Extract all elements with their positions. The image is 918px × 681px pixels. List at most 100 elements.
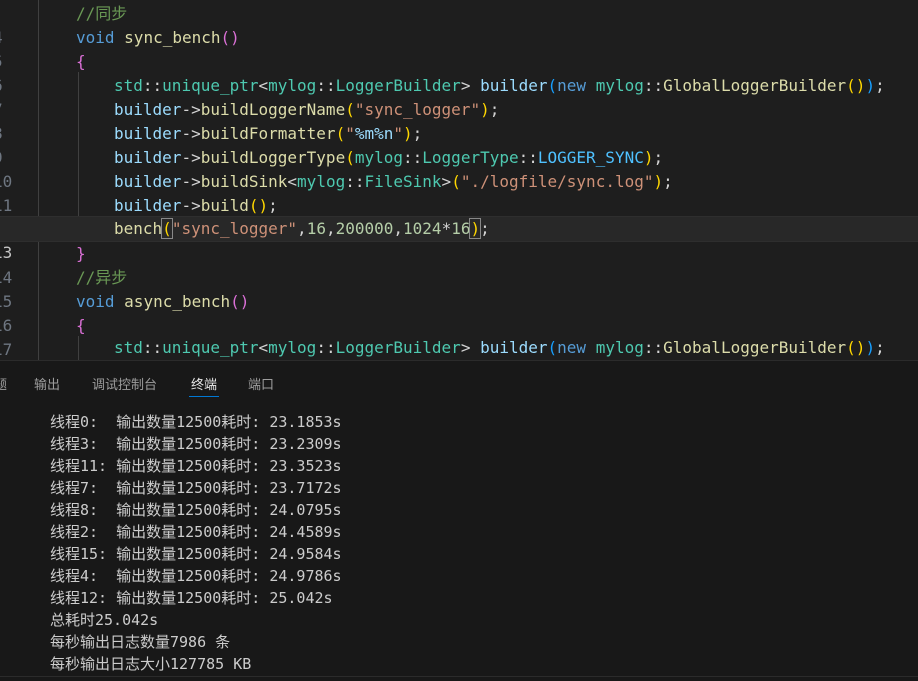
code-brace: }	[76, 244, 86, 263]
code-string: "	[345, 124, 355, 143]
code-line[interactable]: 9 builder->buildFormatter("%m%n");	[0, 122, 918, 167]
terminal-line: 线程3: 输出数量12500耗时: 23.2309s	[50, 435, 342, 453]
terminal-line: 线程11: 输出数量12500耗时: 23.3523s	[50, 457, 342, 475]
code-operator: ::	[345, 172, 365, 191]
code-operator: ::	[403, 148, 423, 167]
line-code: std::unique_ptr<mylog::LoggerBuilder> bu…	[114, 336, 885, 360]
code-bracket: )	[653, 172, 664, 191]
tab-terminal-label: 终端	[191, 378, 218, 393]
code-editor[interactable]: 4 //同步 5 void sync_bench() 6 { 7 std::un…	[0, 0, 918, 360]
code-keyword: void	[76, 28, 115, 47]
code-operator: ::	[142, 338, 163, 357]
line-code: builder->buildLoggerType(mylog::LoggerTy…	[114, 146, 663, 170]
code-type: unique_ptr	[162, 338, 259, 357]
tab-output[interactable]: 输出	[34, 374, 60, 393]
code-line[interactable]: 14 }	[0, 242, 918, 287]
code-bracket: )	[865, 338, 876, 357]
tab-terminal[interactable]: 终端	[189, 374, 220, 397]
code-line[interactable]: 11 builder->buildSink<mylog::FileSink>("…	[0, 170, 918, 215]
code-enum-member: LOGGER_SYNC	[537, 148, 644, 167]
code-function-name: buildLoggerName	[200, 100, 346, 119]
code-variable: builder	[480, 338, 548, 357]
code-line[interactable]: 8 builder->buildLoggerName("sync_logger"…	[0, 98, 918, 143]
code-line[interactable]: 4 //同步	[0, 2, 918, 47]
terminal-line: 线程0: 输出数量12500耗时: 23.1853s	[50, 413, 342, 431]
tab-debug-console[interactable]: 调试控制台	[92, 374, 157, 393]
code-line[interactable]: 6 {	[0, 50, 918, 95]
terminal-line: 线程2: 输出数量12500耗时: 24.4589s	[50, 523, 342, 541]
code-line[interactable]: 16 void async_bench()	[0, 290, 918, 335]
code-variable: builder	[114, 124, 182, 143]
code-function-name: async_bench	[124, 292, 231, 311]
code-bracket-matched: )	[469, 218, 482, 239]
code-bracket: (	[345, 100, 355, 119]
panel-divider	[0, 676, 918, 677]
code-comma: ,	[297, 219, 307, 238]
code-operator: ->	[181, 196, 201, 215]
code-namespace: mylog	[354, 148, 404, 167]
code-bracket: (	[451, 172, 461, 191]
code-operator: <	[258, 338, 269, 357]
code-string: "sync_logger"	[354, 100, 481, 119]
bottom-panel: 题 输出 调试控制台 终端 端口 线程0: 输出数量12500耗时: 23.18…	[0, 360, 918, 681]
code-bracket: ()	[846, 76, 866, 95]
terminal-line: 每秒输出日志数量7986 条	[50, 633, 231, 651]
tab-problems[interactable]: 题	[0, 374, 7, 393]
code-operator: >	[460, 338, 481, 357]
code-operator: >	[441, 172, 452, 191]
code-line[interactable]: 15 //异步	[0, 266, 918, 311]
code-function-name: GlobalLoggerBuilder	[663, 76, 847, 95]
code-line[interactable]: 17 {	[0, 314, 918, 359]
terminal-line: 总耗时25.042s	[50, 611, 159, 629]
code-namespace: mylog	[595, 76, 644, 95]
line-code: builder->buildFormatter("%m%n");	[114, 122, 422, 146]
code-number: 16	[451, 219, 471, 238]
code-line[interactable]: 12 builder->build();	[0, 194, 918, 239]
code-type: unique_ptr	[162, 76, 259, 95]
code-keyword: new	[557, 338, 587, 357]
code-line[interactable]: 5 void sync_bench()	[0, 26, 918, 71]
code-semicolon: ;	[480, 219, 490, 238]
code-bracket: )	[480, 100, 490, 119]
code-line[interactable]: 10 builder->buildLoggerType(mylog::Logge…	[0, 146, 918, 191]
code-bracket: (	[335, 124, 346, 143]
code-semicolon: ;	[412, 124, 423, 143]
line-code: //同步	[76, 2, 127, 26]
code-type: FileSink	[364, 172, 442, 191]
code-namespace: mylog	[595, 338, 644, 357]
code-format-specifier: %m%n	[354, 124, 394, 143]
code-comma: ,	[325, 219, 336, 238]
code-variable: builder	[114, 148, 182, 167]
code-operator: ::	[643, 338, 664, 357]
terminal-line: 线程7: 输出数量12500耗时: 23.7172s	[50, 479, 342, 497]
code-operator: ::	[518, 148, 538, 167]
code-operator: *	[441, 219, 452, 238]
line-code: }	[76, 242, 86, 266]
code-variable: builder	[114, 172, 182, 191]
code-keyword: void	[76, 292, 115, 311]
terminal-line: 线程15: 输出数量12500耗时: 24.9584s	[50, 545, 342, 563]
tab-ports[interactable]: 端口	[248, 374, 274, 393]
code-namespace: mylog	[268, 76, 317, 95]
code-type: LoggerBuilder	[335, 338, 461, 357]
terminal-output[interactable]: 线程0: 输出数量12500耗时: 23.1853s 线程3: 输出数量1250…	[0, 405, 918, 681]
code-function-name: buildSink	[200, 172, 288, 191]
code-variable: builder	[114, 100, 182, 119]
code-operator: ->	[181, 148, 201, 167]
code-brace: {	[76, 52, 86, 71]
code-operator: ::	[643, 76, 664, 95]
code-number: 200000	[335, 219, 394, 238]
code-operator: ::	[316, 76, 336, 95]
line-code: builder->buildSink<mylog::FileSink>("./l…	[114, 170, 673, 194]
code-bracket-matched: (	[161, 218, 173, 239]
code-line[interactable]: 18 std::unique_ptr<mylog::LoggerBuilder>…	[0, 336, 918, 360]
code-operator: ->	[181, 172, 201, 191]
code-semicolon: ;	[875, 76, 885, 95]
code-type: LoggerType	[422, 148, 519, 167]
code-line-current[interactable]: 13 bench("sync_logger",16,200000,1024*16…	[0, 216, 918, 262]
code-function-name: buildFormatter	[200, 124, 336, 143]
code-line[interactable]: 7 std::unique_ptr<mylog::LoggerBuilder> …	[0, 74, 918, 119]
